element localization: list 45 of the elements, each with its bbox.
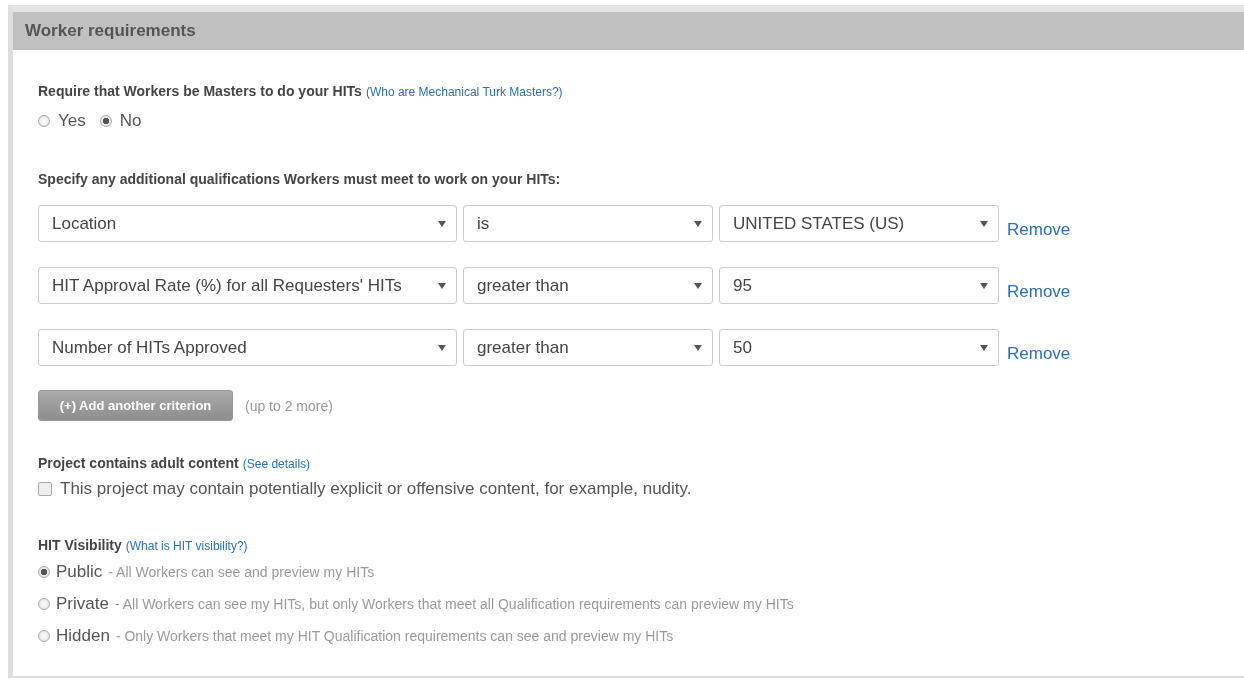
field-label: Project contains adult content bbox=[38, 455, 239, 471]
dropdown[interactable]: 50 bbox=[719, 329, 999, 366]
radio-label: No bbox=[119, 111, 142, 131]
radio-button[interactable] bbox=[38, 115, 50, 127]
hint-text: (up to 2 more) bbox=[245, 397, 333, 414]
checkbox[interactable] bbox=[38, 482, 52, 496]
dropdown[interactable]: HIT Approval Rate (%) for all Requesters' HITs bbox=[38, 267, 457, 304]
dropdown[interactable]: Location bbox=[38, 205, 457, 242]
dropdown[interactable]: is bbox=[463, 205, 713, 242]
dropdown[interactable]: greater than bbox=[463, 267, 713, 304]
caret-icon bbox=[980, 344, 988, 351]
radio-button[interactable] bbox=[38, 598, 50, 610]
radio-label: Hidden bbox=[56, 626, 110, 646]
radio-label: Private bbox=[56, 594, 109, 614]
caret-icon bbox=[694, 344, 702, 351]
checkbox-label: This project may contain potentially explicit or offensive content, for example, nudity. bbox=[60, 479, 692, 499]
field-label: HIT Visibility bbox=[38, 537, 122, 553]
radio-label: Yes bbox=[58, 111, 86, 131]
help-link[interactable]: (See details) bbox=[242, 457, 311, 471]
option-description: - Only Workers that meet my HIT Qualification requirements can see and preview my HITs bbox=[115, 628, 674, 644]
remove-link[interactable]: Remove bbox=[1007, 343, 1071, 364]
remove-link[interactable]: Remove bbox=[1007, 219, 1071, 240]
caret-icon bbox=[980, 282, 988, 289]
field-label: Require that Workers be Masters to do your HITs bbox=[38, 83, 362, 99]
remove-link[interactable]: Remove bbox=[1007, 281, 1071, 302]
option-description: - All Workers can see and preview my HITs bbox=[108, 564, 375, 580]
dropdown[interactable]: UNITED STATES (US) bbox=[719, 205, 999, 242]
help-link[interactable]: (Who are Mechanical Turk Masters?) bbox=[365, 85, 563, 99]
field-label: Specify any additional qualifications Workers must meet to work on your HITs: bbox=[38, 171, 561, 187]
section-title: Worker requirements bbox=[25, 21, 196, 41]
help-link[interactable]: (What is HIT visibility?) bbox=[125, 539, 248, 553]
dropdown[interactable]: 95 bbox=[719, 267, 999, 304]
radio-button[interactable] bbox=[38, 630, 50, 642]
radio-button[interactable] bbox=[38, 566, 50, 578]
caret-icon bbox=[694, 282, 702, 289]
dropdown[interactable]: Number of HITs Approved bbox=[38, 329, 457, 366]
option-description: - All Workers can see my HITs, but only Workers that meet all Qualification requirements can preview my HITs bbox=[114, 596, 794, 612]
caret-icon bbox=[438, 282, 446, 289]
radio-button[interactable] bbox=[99, 115, 112, 127]
dropdown[interactable]: greater than bbox=[463, 329, 713, 366]
radio-label: Public bbox=[56, 562, 103, 582]
caret-icon bbox=[438, 344, 446, 351]
caret-icon bbox=[980, 220, 988, 227]
caret-icon bbox=[694, 220, 702, 227]
caret-icon bbox=[438, 220, 446, 227]
